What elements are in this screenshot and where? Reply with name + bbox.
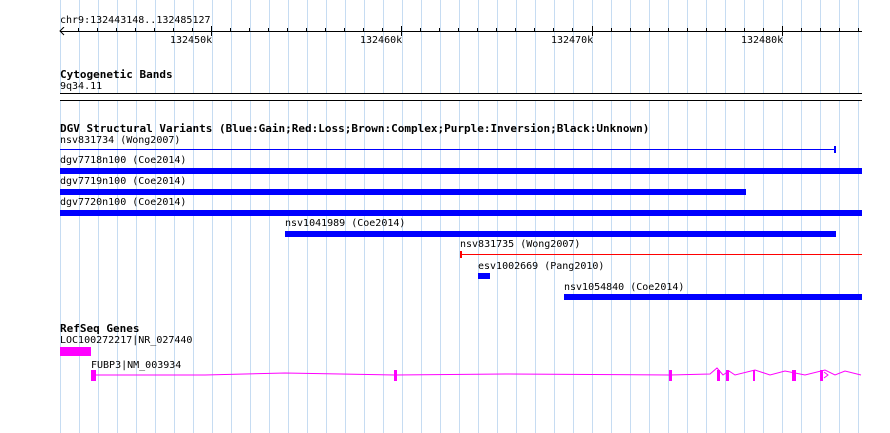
ruler-minor-tick [611,28,612,32]
ruler-minor-tick [725,28,726,32]
ruler-minor-tick [249,28,250,32]
gene-exon [753,370,755,381]
cytoband-bar[interactable] [60,93,862,101]
gene-exon [792,370,796,381]
ruler-minor-tick [820,28,821,32]
ruler-minor-tick [439,28,440,32]
sv-label: nsv831734 (Wong2007) [60,135,181,146]
ruler-minor-tick [287,28,288,32]
ruler-minor-tick [630,28,631,32]
gene-model-fubp3[interactable] [85,366,865,386]
grid-line [60,0,61,433]
ruler-tick-label: 132450k [170,35,213,46]
gene-feature[interactable] [60,347,91,356]
sv-feature[interactable] [60,149,836,150]
ruler-minor-tick [801,28,802,32]
ruler-minor-tick [706,28,707,32]
ruler-tick-label: 132460k [360,35,403,46]
ruler-tick-label: 132470k [551,35,594,46]
ruler-region-label: chr9:132443148..132485127 [60,15,211,26]
ruler-minor-tick [363,28,364,32]
ruler-minor-tick [173,28,174,32]
grid-line [79,0,80,433]
gene-intron-line [93,367,862,376]
ruler-minor-tick [268,28,269,32]
sv-feature[interactable] [564,294,862,300]
sv-label: nsv1054840 (Coe2014) [564,282,685,293]
ruler-minor-tick [135,28,136,32]
sv-feature[interactable] [285,231,836,237]
sv-feature[interactable] [60,189,746,195]
gene-exon [717,370,720,381]
gene-exon [91,370,96,381]
sv-feature[interactable] [60,210,862,216]
ruler-left-arrow-icon [59,27,65,36]
ruler-minor-tick [839,28,840,32]
sv-label: nsv1041989 (Coe2014) [285,218,406,229]
ruler-tick-label: 132480k [741,35,784,46]
ruler-minor-tick [858,28,859,32]
strand-arrow-icon [823,371,829,379]
sv-label: dgv7720n100 (Coe2014) [60,197,187,208]
ruler-minor-tick [534,28,535,32]
ruler-minor-tick [116,28,117,32]
sv-feature-end [834,146,836,153]
ruler-minor-tick [515,28,516,32]
dgv-track-title: DGV Structural Variants (Blue:Gain;Red:L… [60,122,650,135]
cytobands-track-title: Cytogenetic Bands [60,68,173,81]
ruler-minor-tick [687,28,688,32]
gene-exon [820,370,823,381]
ruler-minor-tick [344,28,345,32]
ruler-minor-tick [553,28,554,32]
ruler-minor-tick [154,28,155,32]
ruler-minor-tick [668,28,669,32]
ruler-minor-tick [496,28,497,32]
ruler-minor-tick [744,28,745,32]
ruler-minor-tick [78,28,79,32]
gene-exon [394,370,397,381]
ruler-axis [60,31,862,32]
cytoband-label: 9q34.11 [60,81,103,92]
sv-label: esv1002669 (Pang2010) [478,261,605,272]
ruler-minor-tick [572,28,573,32]
gene-exon [726,370,729,381]
ruler-minor-tick [420,28,421,32]
ruler-minor-tick [763,28,764,32]
sv-label: dgv7718n100 (Coe2014) [60,155,187,166]
ruler-minor-tick [192,28,193,32]
ruler-minor-tick [325,28,326,32]
sv-feature[interactable] [60,168,862,174]
ruler-minor-tick [458,28,459,32]
sv-label: nsv831735 (Wong2007) [460,239,581,250]
sv-feature[interactable] [460,254,862,255]
sv-feature-start [460,251,462,258]
ruler-minor-tick [97,28,98,32]
sv-feature[interactable] [478,273,490,279]
ruler-minor-tick [649,28,650,32]
sv-label: dgv7719n100 (Coe2014) [60,176,187,187]
gene-label: LOC100272217|NR_027440 [60,335,193,346]
refseq-track-title: RefSeq Genes [60,322,140,335]
ruler-minor-tick [382,28,383,32]
ruler-minor-tick [306,28,307,32]
genome-browser-panel: chr9:132443148..132485127 132450k 132460… [0,0,890,433]
ruler-minor-tick [230,28,231,32]
gene-exon [669,370,672,381]
ruler-minor-tick [477,28,478,32]
